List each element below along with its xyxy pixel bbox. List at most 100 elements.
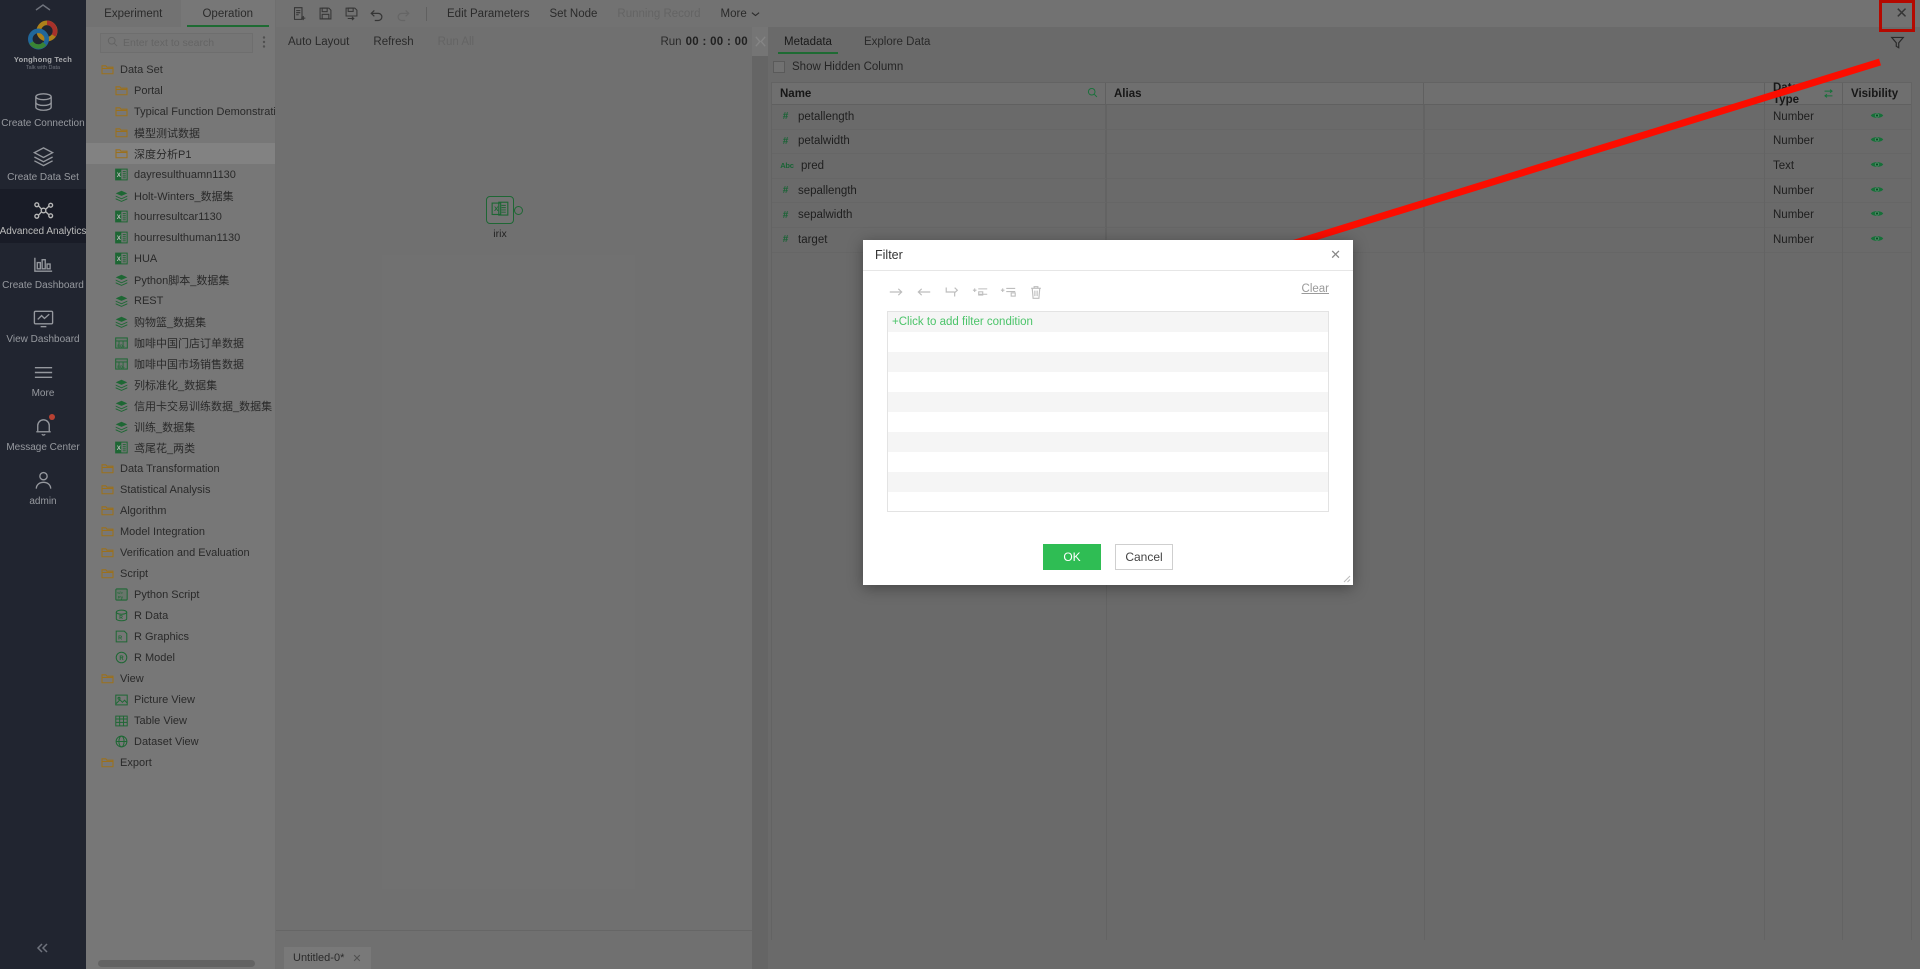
tree-item[interactable]: 训练_数据集 xyxy=(86,416,275,437)
rail-item-more[interactable]: More xyxy=(0,351,86,405)
tree-item[interactable]: Dataset View xyxy=(86,731,275,752)
column-header-data-type[interactable]: Data Type xyxy=(1765,82,1843,106)
cell-visibility[interactable] xyxy=(1843,130,1911,154)
indent-right-icon[interactable] xyxy=(887,283,905,301)
eye-icon[interactable] xyxy=(1870,135,1884,147)
tree-item[interactable]: Verification and Evaluation xyxy=(86,542,275,563)
column-header-visibility[interactable]: Visibility xyxy=(1843,83,1911,104)
search-icon[interactable] xyxy=(1087,87,1098,101)
tree-item[interactable]: 深度分析P1 xyxy=(86,143,275,164)
cell-alias[interactable] xyxy=(1106,129,1424,154)
tree-item[interactable]: Data Set xyxy=(86,59,275,80)
clear-button[interactable]: Clear xyxy=(1302,283,1329,295)
add-filter-condition-button[interactable]: +Click to add filter condition xyxy=(888,312,1328,332)
move-down-icon[interactable] xyxy=(943,283,961,301)
tree-item[interactable]: SQL 咖啡中国市场销售数据 xyxy=(86,353,275,374)
ok-button[interactable]: OK xyxy=(1043,544,1101,570)
tree-item[interactable]: X dayresulthuamn1130 xyxy=(86,164,275,185)
eye-icon[interactable] xyxy=(1870,234,1884,246)
tree-item[interactable]: R R Model xyxy=(86,647,275,668)
tree-item[interactable]: R R Data xyxy=(86,605,275,626)
cell-alias[interactable] xyxy=(1106,154,1424,178)
close-window-button[interactable]: ✕ xyxy=(1895,4,1908,22)
tree-item[interactable]: SQL 咖啡中国门店订单数据 xyxy=(86,332,275,353)
tab-metadata[interactable]: Metadata xyxy=(768,27,848,56)
table-row[interactable]: Abc pred Text xyxy=(772,154,1911,179)
workflow-canvas[interactable]: X irix xyxy=(276,56,752,930)
eye-icon[interactable] xyxy=(1870,185,1884,197)
tree-item[interactable]: R R Graphics xyxy=(86,626,275,647)
set-node-button[interactable]: Set Node xyxy=(539,3,607,25)
indent-left-icon[interactable] xyxy=(915,283,933,301)
tree-item[interactable]: Export xyxy=(86,752,275,773)
cell-visibility[interactable] xyxy=(1843,203,1911,227)
close-icon[interactable]: ✕ xyxy=(1330,248,1341,261)
filter-condition-list[interactable]: +Click to add filter condition xyxy=(887,311,1329,512)
new-node-icon[interactable] xyxy=(286,3,312,25)
kebab-menu-icon[interactable] xyxy=(259,35,269,52)
panel-splitter-collapse-icon[interactable] xyxy=(752,27,768,56)
tree-horizontal-scrollbar[interactable] xyxy=(98,960,269,967)
tab-operation[interactable]: Operation xyxy=(180,0,275,27)
cell-visibility[interactable] xyxy=(1843,228,1911,252)
nav-collapse-up-icon[interactable] xyxy=(0,0,86,14)
tree-item[interactable]: View xyxy=(86,668,275,689)
show-hidden-column-row[interactable]: Show Hidden Column xyxy=(768,56,1920,78)
tree-item[interactable]: Typical Function Demonstration xyxy=(86,101,275,122)
workflow-node-irix[interactable]: X irix xyxy=(486,196,523,240)
cell-visibility[interactable] xyxy=(1843,105,1911,129)
cell-alias[interactable] xyxy=(1106,203,1424,227)
tree-item[interactable]: X HUA xyxy=(86,248,275,269)
save-icon[interactable] xyxy=(312,3,338,25)
tree-item[interactable]: Model Integration xyxy=(86,521,275,542)
rail-item-view-dashboard[interactable]: View Dashboard xyxy=(0,297,86,351)
eye-icon[interactable] xyxy=(1870,111,1884,123)
rail-item-message-center[interactable]: Message Center xyxy=(0,405,86,459)
tree-item[interactable]: Holt-Winters_数据集 xyxy=(86,185,275,206)
rail-item-admin[interactable]: admin xyxy=(0,459,86,513)
save-as-icon[interactable] xyxy=(338,3,364,25)
rail-item-create-data-set[interactable]: Create Data Set xyxy=(0,135,86,189)
cell-visibility[interactable] xyxy=(1843,154,1911,178)
filter-funnel-icon[interactable] xyxy=(1886,31,1908,53)
add-condition-icon[interactable] xyxy=(971,283,989,301)
table-row[interactable]: # sepallength Number xyxy=(772,178,1911,204)
close-icon[interactable]: ✕ xyxy=(352,952,361,965)
tree-item[interactable]: 列标准化_数据集 xyxy=(86,374,275,395)
column-header-alias[interactable]: Alias xyxy=(1106,83,1424,104)
tree-item[interactable]: 信用卡交易训练数据_数据集 xyxy=(86,395,275,416)
document-tab[interactable]: Untitled-0* ✕ xyxy=(284,947,371,969)
cell-alias[interactable] xyxy=(1106,178,1424,203)
resize-grip-icon[interactable] xyxy=(1340,572,1351,583)
tree-item[interactable]: 模型测试数据 xyxy=(86,122,275,143)
delete-icon[interactable] xyxy=(1027,283,1045,301)
more-menu-button[interactable]: More xyxy=(711,3,770,25)
tree-item[interactable]: X hourresulthuman1130 xyxy=(86,227,275,248)
cell-alias[interactable] xyxy=(1106,105,1424,129)
tree-item[interactable]: Table View xyxy=(86,710,275,731)
rail-item-create-connection[interactable]: Create Connection xyxy=(0,81,86,135)
cancel-button[interactable]: Cancel xyxy=(1115,544,1173,570)
tree-item[interactable]: Data Transformation xyxy=(86,458,275,479)
search-input[interactable]: Enter text to search xyxy=(100,33,253,53)
tree-item[interactable]: REST xyxy=(86,290,275,311)
tree-item[interactable]: Statistical Analysis xyxy=(86,479,275,500)
table-row[interactable]: # petalwidth Number xyxy=(772,129,1911,155)
auto-layout-button[interactable]: Auto Layout xyxy=(276,36,361,48)
edit-parameters-button[interactable]: Edit Parameters xyxy=(437,3,539,25)
filter-dialog[interactable]: Filter ✕ Clear +Click to add filter cond… xyxy=(863,240,1353,585)
metadata-table-body[interactable]: # petallength Number # petalwidth Number Abc… xyxy=(772,105,1911,253)
node-output-port[interactable] xyxy=(514,206,523,215)
eye-icon[interactable] xyxy=(1870,209,1884,221)
rail-item-create-dashboard[interactable]: Create Dashboard xyxy=(0,243,86,297)
swap-icon[interactable] xyxy=(1823,88,1834,99)
tree-item[interactable]: Picture View xyxy=(86,689,275,710)
tree-item[interactable]: X hourresultcar1130 xyxy=(86,206,275,227)
refresh-button[interactable]: Refresh xyxy=(361,36,425,48)
eye-icon[interactable] xyxy=(1870,160,1884,172)
tree-item[interactable]: 购物篮_数据集 xyxy=(86,311,275,332)
undo-icon[interactable] xyxy=(364,3,390,25)
add-group-icon[interactable] xyxy=(999,283,1017,301)
nav-collapse-left-icon[interactable] xyxy=(0,941,86,955)
tree-item[interactable]: Python脚本_数据集 xyxy=(86,269,275,290)
